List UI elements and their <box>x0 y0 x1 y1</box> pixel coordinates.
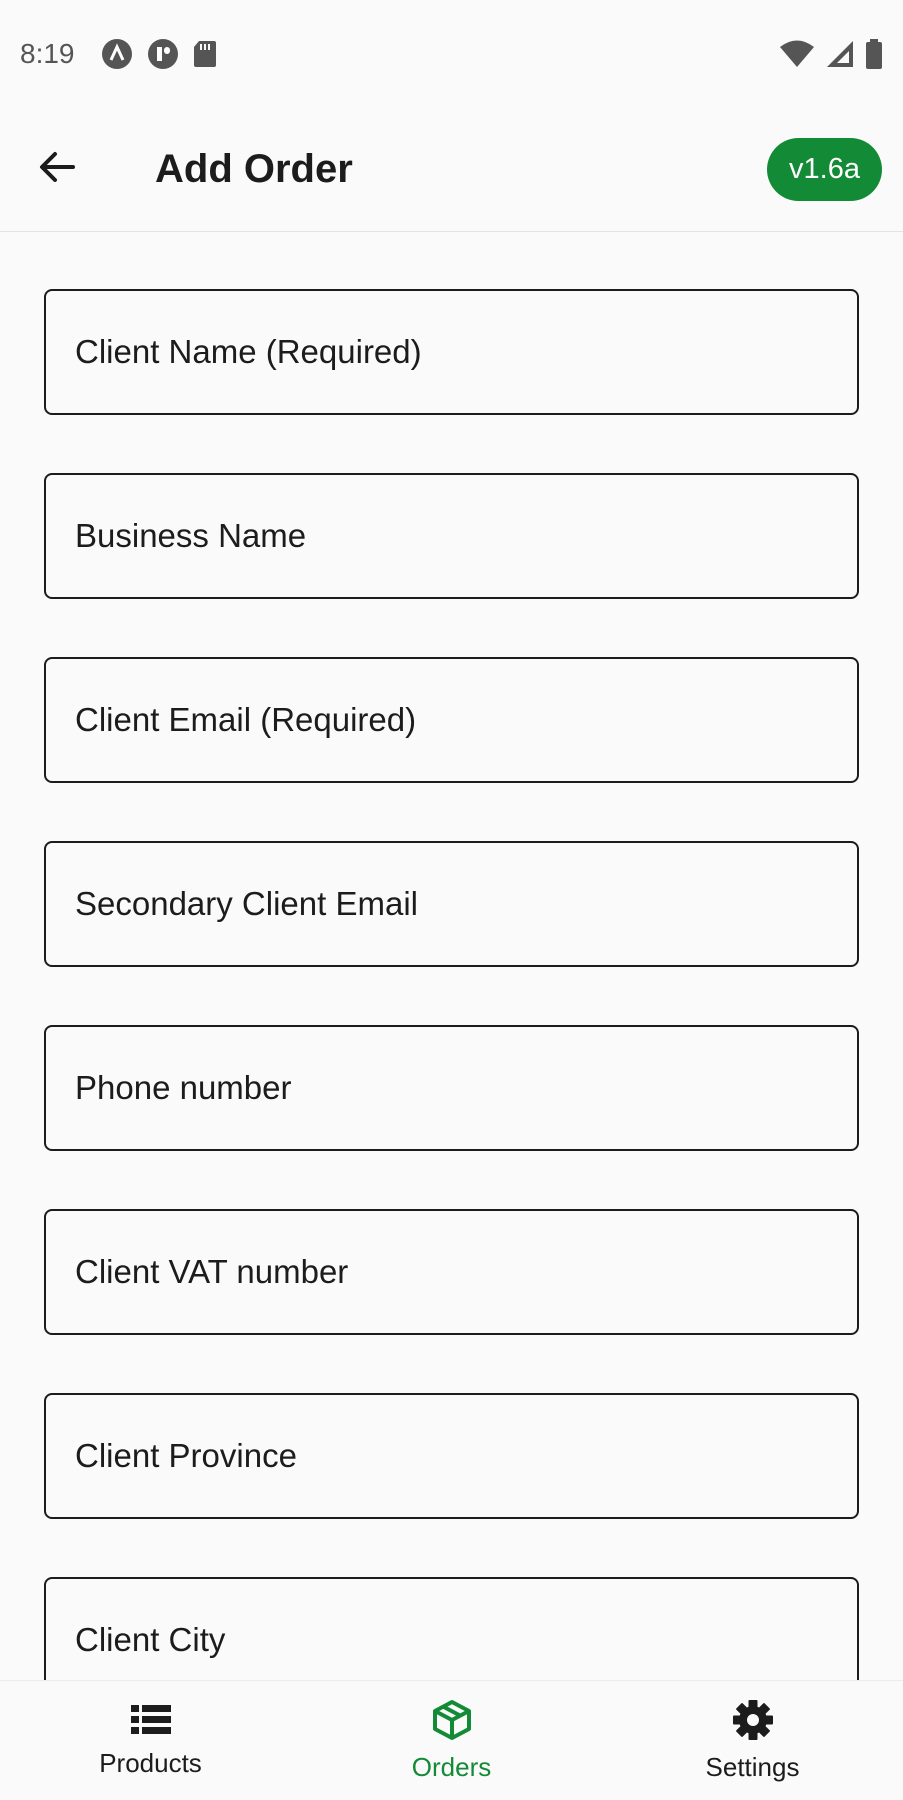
status-icons-right <box>779 38 883 70</box>
client-city-input[interactable] <box>75 1579 857 1680</box>
status-bar: 8:19 <box>0 0 903 108</box>
bottom-nav: Products Orders Settings <box>0 1680 903 1800</box>
page-title: Add Order <box>155 147 353 191</box>
nav-label-orders: Orders <box>411 1751 492 1782</box>
nav-item-products[interactable]: Products <box>0 1681 301 1800</box>
sd-card-icon <box>193 40 217 68</box>
order-form <box>0 232 903 1680</box>
client-name-field[interactable] <box>44 289 859 415</box>
client-province-input[interactable] <box>75 1395 857 1517</box>
client-city-field[interactable] <box>44 1577 859 1680</box>
signal-icon <box>825 39 855 69</box>
status-icons-left <box>101 38 217 70</box>
client-email-input[interactable] <box>75 659 857 781</box>
nav-label-products: Products <box>99 1747 202 1778</box>
wifi-icon <box>779 39 815 69</box>
back-button[interactable] <box>17 130 97 210</box>
secondary-email-field[interactable] <box>44 841 859 967</box>
client-province-field[interactable] <box>44 1393 859 1519</box>
a11y-icon <box>101 38 133 70</box>
arrow-back-icon <box>37 147 77 192</box>
client-name-input[interactable] <box>75 291 857 413</box>
vat-number-input[interactable] <box>75 1211 857 1333</box>
battery-icon <box>865 38 883 70</box>
vat-number-field[interactable] <box>44 1209 859 1335</box>
gear-icon <box>732 1699 774 1746</box>
phone-number-input[interactable] <box>75 1027 857 1149</box>
secondary-email-input[interactable] <box>75 843 857 965</box>
nav-label-settings: Settings <box>705 1751 800 1782</box>
nav-item-orders[interactable]: Orders <box>301 1681 602 1800</box>
list-icon <box>130 1703 171 1742</box>
business-name-input[interactable] <box>75 475 857 597</box>
app-bar: Add Order v1.6a <box>0 108 903 232</box>
version-badge: v1.6a <box>767 138 882 201</box>
business-name-field[interactable] <box>44 473 859 599</box>
app-notification-icon <box>147 38 179 70</box>
nav-item-settings[interactable]: Settings <box>602 1681 903 1800</box>
status-time: 8:19 <box>20 38 75 69</box>
client-email-field[interactable] <box>44 657 859 783</box>
phone-number-field[interactable] <box>44 1025 859 1151</box>
package-icon <box>432 1699 472 1746</box>
